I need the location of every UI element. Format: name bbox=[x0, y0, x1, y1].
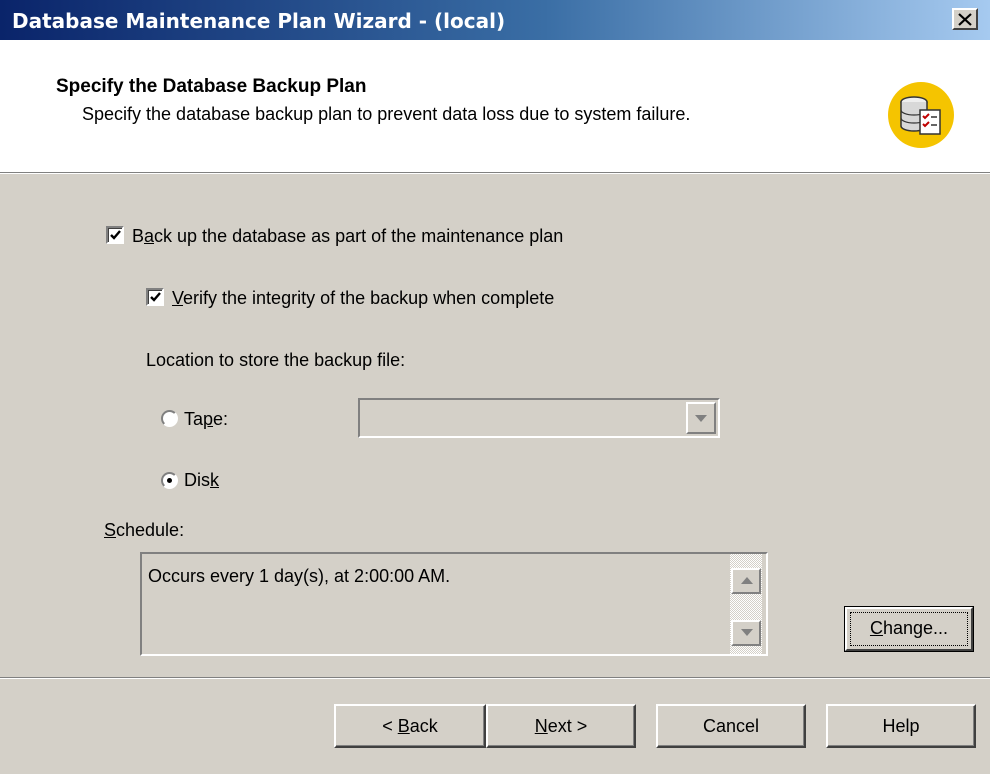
schedule-description[interactable]: Occurs every 1 day(s), at 2:00:00 AM. bbox=[140, 552, 768, 656]
verify-label[interactable]: Verify the integrity of the backup when … bbox=[172, 288, 554, 309]
vertical-scrollbar[interactable] bbox=[730, 554, 762, 654]
scroll-down-button[interactable] bbox=[731, 620, 761, 646]
scroll-up-arrow-icon bbox=[741, 577, 753, 584]
tape-radio[interactable] bbox=[161, 410, 178, 427]
close-icon bbox=[958, 13, 972, 26]
checkmark-icon bbox=[150, 292, 161, 302]
disk-label[interactable]: Disk bbox=[184, 470, 219, 491]
radio-selected-dot bbox=[167, 478, 172, 483]
window-title: Database Maintenance Plan Wizard - (loca… bbox=[12, 9, 506, 33]
tape-device-dropdown[interactable] bbox=[358, 398, 720, 438]
cancel-button[interactable]: Cancel bbox=[656, 704, 806, 748]
page-title: Specify the Database Backup Plan bbox=[56, 76, 367, 97]
change-schedule-button[interactable]: Change... bbox=[844, 606, 974, 652]
header-divider bbox=[0, 173, 990, 174]
location-label: Location to store the backup file: bbox=[146, 350, 406, 370]
change-button-label: Change... bbox=[850, 612, 968, 646]
dropdown-button[interactable] bbox=[686, 402, 716, 434]
scroll-up-button[interactable] bbox=[731, 568, 761, 594]
database-checklist-icon bbox=[888, 82, 954, 148]
footer-divider-highlight bbox=[0, 678, 990, 679]
help-button[interactable]: Help bbox=[826, 704, 976, 748]
backup-checkbox[interactable] bbox=[106, 226, 124, 244]
schedule-text: Occurs every 1 day(s), at 2:00:00 AM. bbox=[148, 566, 451, 586]
schedule-label: Schedule: bbox=[104, 520, 185, 540]
verify-checkbox[interactable] bbox=[146, 288, 164, 306]
chevron-down-icon bbox=[695, 415, 707, 422]
disk-radio[interactable] bbox=[161, 472, 178, 489]
wizard-header: Specify the Database Backup Plan Specify… bbox=[0, 40, 990, 173]
tape-label[interactable]: Tape: bbox=[184, 409, 228, 430]
back-button[interactable]: < Back bbox=[334, 704, 486, 748]
close-button[interactable] bbox=[952, 8, 978, 30]
scroll-down-arrow-icon bbox=[741, 629, 753, 636]
next-button[interactable]: Next > bbox=[486, 704, 636, 748]
page-subtitle: Specify the database backup plan to prev… bbox=[82, 104, 691, 124]
title-bar: Database Maintenance Plan Wizard - (loca… bbox=[0, 0, 990, 40]
checkmark-icon bbox=[110, 230, 121, 240]
backup-label[interactable]: Back up the database as part of the main… bbox=[132, 226, 563, 247]
